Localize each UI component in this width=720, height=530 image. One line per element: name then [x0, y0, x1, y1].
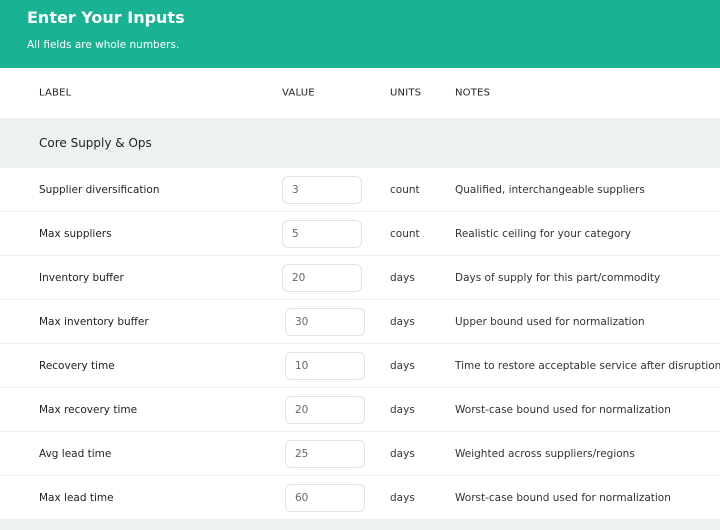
column-header-row: LABEL VALUE UNITS NOTES [0, 68, 720, 118]
row-label: Supplier diversification [39, 183, 160, 196]
input-row: Max lead time days Worst-case bound used… [0, 476, 720, 520]
input-row: Max inventory buffer days Upper bound us… [0, 300, 720, 344]
row-units: count [390, 227, 420, 240]
value-input[interactable] [282, 263, 362, 292]
section-header: Core Supply & Ops [0, 118, 720, 168]
row-notes: Upper bound used for normalization [455, 315, 645, 328]
input-row: Supplier diversification count Qualified… [0, 168, 720, 212]
input-row: Recovery time days Time to restore accep… [0, 344, 720, 388]
value-input[interactable] [285, 483, 365, 512]
input-row: Inventory buffer days Days of supply for… [0, 256, 720, 300]
page-subtitle: All fields are whole numbers. [27, 39, 180, 51]
section-title: Core Supply & Ops [39, 136, 152, 150]
input-row: Avg lead time days Weighted across suppl… [0, 432, 720, 476]
row-notes: Time to restore acceptable service after… [455, 359, 720, 372]
value-input[interactable] [285, 351, 365, 380]
row-notes: Days of supply for this part/commodity [455, 271, 661, 284]
column-units: UNITS [390, 87, 422, 99]
page-title: Enter Your Inputs [27, 8, 185, 27]
value-input[interactable] [282, 175, 362, 204]
row-label: Max suppliers [39, 227, 112, 240]
row-label: Max recovery time [39, 403, 138, 416]
row-units: days [390, 491, 415, 504]
row-units: days [390, 359, 415, 372]
row-units: count [390, 183, 420, 196]
input-row: Max recovery time days Worst-case bound … [0, 388, 720, 432]
row-notes: Worst-case bound used for normalization [455, 403, 671, 416]
row-label: Max lead time [39, 491, 114, 504]
column-notes: NOTES [455, 87, 491, 99]
row-notes: Worst-case bound used for normalization [455, 491, 671, 504]
row-units: days [390, 315, 415, 328]
column-label: LABEL [39, 87, 72, 99]
row-label: Inventory buffer [39, 271, 124, 284]
value-input[interactable] [285, 395, 365, 424]
row-units: days [390, 447, 415, 460]
row-notes: Realistic ceiling for your category [455, 227, 631, 240]
row-notes: Weighted across suppliers/regions [455, 447, 635, 460]
value-input[interactable] [285, 307, 365, 336]
value-input[interactable] [285, 439, 365, 468]
column-value: VALUE [282, 87, 315, 99]
section-footer [0, 520, 720, 530]
input-row: Max suppliers count Realistic ceiling fo… [0, 212, 720, 256]
row-units: days [390, 271, 415, 284]
row-label: Recovery time [39, 359, 115, 372]
value-input[interactable] [282, 219, 362, 248]
row-notes: Qualified, interchangeable suppliers [455, 183, 645, 196]
form-header: Enter Your Inputs All fields are whole n… [0, 0, 720, 68]
row-label: Max inventory buffer [39, 315, 149, 328]
row-label: Avg lead time [39, 447, 112, 460]
row-units: days [390, 403, 415, 416]
